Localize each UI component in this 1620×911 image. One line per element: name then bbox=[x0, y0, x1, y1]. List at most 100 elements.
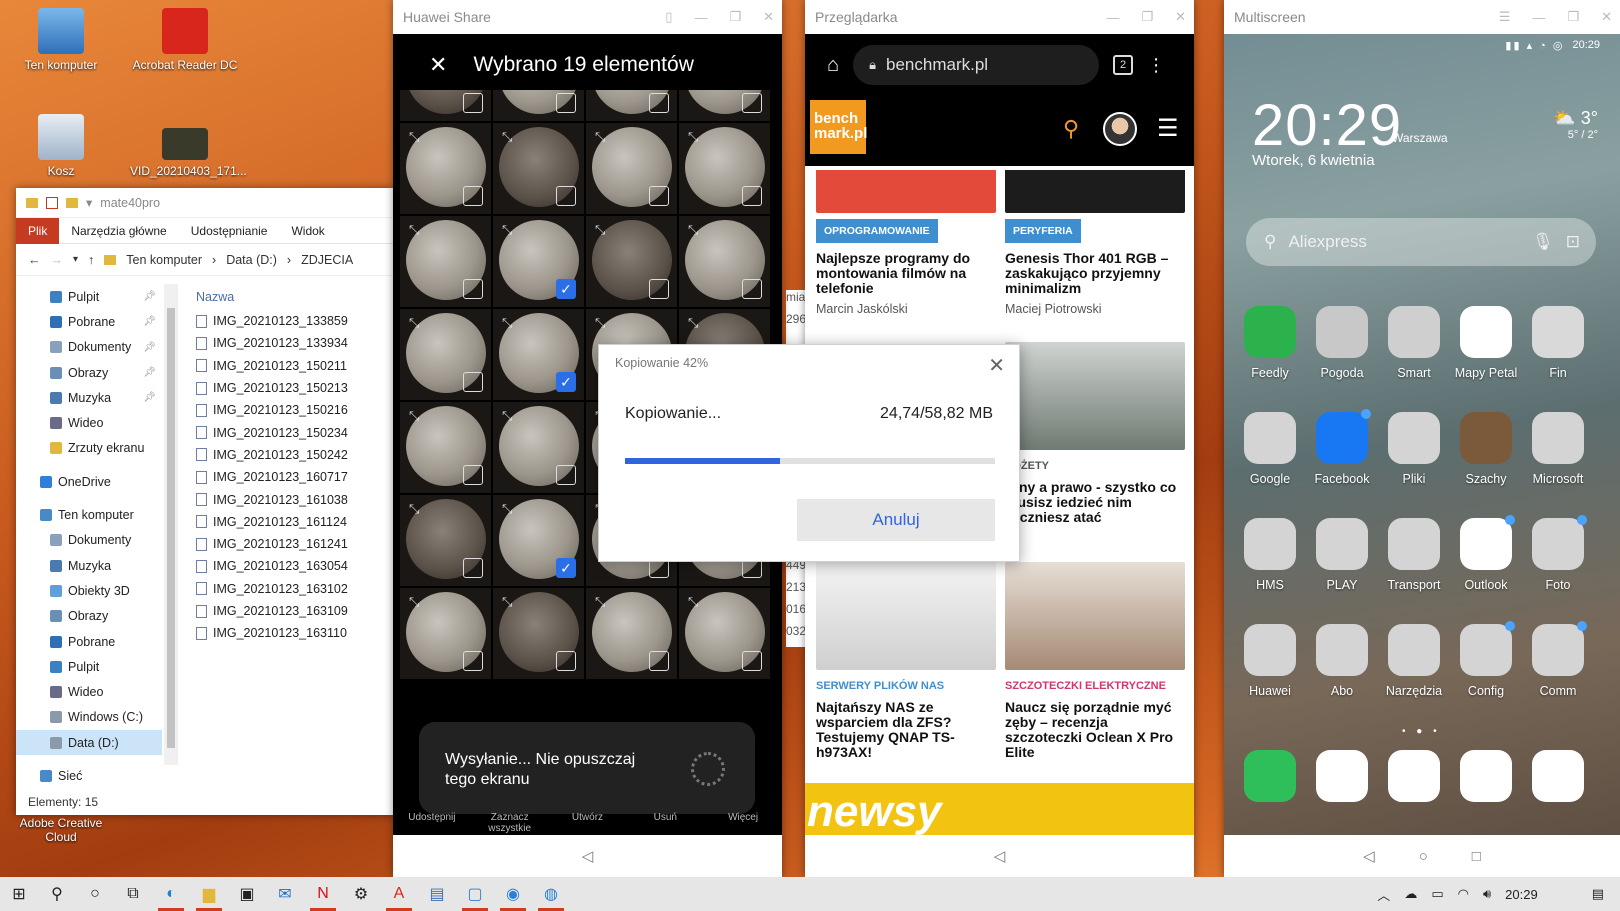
app-smart[interactable]: Smart bbox=[1378, 306, 1450, 380]
dock-app[interactable] bbox=[1450, 750, 1522, 810]
avatar[interactable] bbox=[1103, 112, 1137, 146]
onedrive-cloud-icon[interactable]: ☁ bbox=[1404, 886, 1417, 902]
app-szachy[interactable]: Szachy bbox=[1450, 412, 1522, 486]
mail-icon[interactable]: ✉ bbox=[266, 877, 304, 911]
tree-item[interactable]: Dokumenty bbox=[16, 528, 162, 553]
expand-icon[interactable]: ⤡ bbox=[595, 129, 605, 145]
expand-icon[interactable]: ⤡ bbox=[409, 315, 419, 331]
select-checkbox[interactable] bbox=[556, 465, 576, 485]
tree-item[interactable]: Obrazy 📌︎ bbox=[16, 360, 162, 385]
file-row[interactable]: IMG_20210123_160717 bbox=[196, 466, 394, 488]
select-checkbox[interactable] bbox=[463, 93, 483, 113]
wifi-icon[interactable]: ◠ bbox=[1458, 886, 1469, 902]
select-checkbox[interactable]: ✓ bbox=[556, 558, 576, 578]
tree-item[interactable]: Obrazy bbox=[16, 604, 162, 629]
tree-item[interactable]: Pobrane 📌︎ bbox=[16, 309, 162, 334]
photo-tile[interactable]: ⤡ bbox=[400, 588, 491, 679]
photo-tile[interactable]: ⤡ ✓ bbox=[493, 495, 584, 586]
photo-tile[interactable]: ⤡ bbox=[400, 90, 491, 121]
photo-tile[interactable]: ⤡ bbox=[400, 495, 491, 586]
photo-tile[interactable]: ⤡ bbox=[586, 216, 677, 307]
app-mapy-petal[interactable]: Mapy Petal bbox=[1450, 306, 1522, 380]
back-triangle-icon[interactable]: ◁ bbox=[582, 847, 594, 865]
select-checkbox[interactable] bbox=[649, 93, 669, 113]
url-bar[interactable]: 🔒︎ benchmark.pl bbox=[853, 45, 1100, 85]
desktop-icon-acrobat[interactable]: Acrobat Reader DC bbox=[130, 8, 240, 72]
app-pogoda[interactable]: Pogoda bbox=[1306, 306, 1378, 380]
app-fin[interactable]: Fin bbox=[1522, 306, 1594, 380]
expand-icon[interactable]: ⤡ bbox=[409, 129, 419, 145]
app-huawei[interactable]: Huawei bbox=[1234, 624, 1306, 698]
select-checkbox[interactable] bbox=[742, 186, 762, 206]
file-row[interactable]: IMG_20210123_161241 bbox=[196, 533, 394, 555]
ribbon-tab-view[interactable]: Widok bbox=[279, 218, 336, 244]
select-checkbox[interactable] bbox=[649, 651, 669, 671]
netflix-icon[interactable]: N bbox=[304, 877, 342, 911]
article-card[interactable]: PERYFERIA Genesis Thor 401 RGB – zaskaku… bbox=[1005, 170, 1185, 316]
select-checkbox[interactable]: ✓ bbox=[556, 372, 576, 392]
photo-tile[interactable]: ⤡ ✓ bbox=[493, 309, 584, 400]
select-checkbox[interactable] bbox=[463, 465, 483, 485]
expand-icon[interactable]: ⤡ bbox=[502, 129, 512, 145]
pin-icon[interactable]: 📌︎ bbox=[143, 367, 156, 378]
windows-start-icon[interactable]: ⊞ bbox=[0, 877, 38, 911]
restore-icon[interactable]: ❐ bbox=[729, 9, 741, 25]
close-icon[interactable]: ✕ bbox=[1175, 9, 1186, 25]
tree-item[interactable]: Obiekty 3D bbox=[16, 578, 162, 603]
photo-tile[interactable]: ⤡ bbox=[586, 123, 677, 214]
pin-icon[interactable]: 📌︎ bbox=[143, 316, 156, 327]
chevron-down-icon[interactable]: ▾ bbox=[86, 195, 92, 210]
more-vertical-icon[interactable]: ⋮ bbox=[1147, 55, 1165, 76]
multiscreen-icon[interactable]: ▢ bbox=[456, 877, 494, 911]
app-transport[interactable]: Transport bbox=[1378, 518, 1450, 592]
home-icon[interactable]: ⌂ bbox=[827, 54, 839, 77]
article-card[interactable]: OPROGRAMOWANIE Najlepsze programy do mon… bbox=[816, 170, 996, 316]
photo-tile[interactable]: ⤡ bbox=[493, 588, 584, 679]
ribbon-tab-plik[interactable]: Plik bbox=[16, 217, 60, 244]
expand-icon[interactable]: ⤡ bbox=[502, 222, 512, 238]
expand-icon[interactable]: ⤡ bbox=[688, 315, 698, 331]
tree-item[interactable]: Pulpit bbox=[16, 654, 162, 679]
expand-icon[interactable]: ⤡ bbox=[409, 408, 419, 424]
app-foto[interactable]: Foto bbox=[1522, 515, 1594, 592]
share-action[interactable]: Udostępnij bbox=[402, 812, 462, 834]
scan-icon[interactable]: ⊡ bbox=[1566, 232, 1580, 252]
app-google[interactable]: Google bbox=[1234, 412, 1306, 486]
tree-item[interactable]: OneDrive bbox=[16, 469, 162, 494]
desktop-icon-video[interactable]: VID_20210403_171... bbox=[130, 128, 247, 178]
file-row[interactable]: IMG_20210123_150216 bbox=[196, 399, 394, 421]
chevron-down-icon[interactable]: ▾ bbox=[73, 254, 78, 265]
select-checkbox[interactable] bbox=[742, 279, 762, 299]
huawei-share-icon[interactable]: ◉ bbox=[494, 877, 532, 911]
photo-tile[interactable]: ⤡ bbox=[493, 123, 584, 214]
article-card[interactable]: ADŻETY rony a prawo - szystko co musisz … bbox=[1005, 342, 1185, 525]
browser-app-icon[interactable]: ◍ bbox=[532, 877, 570, 911]
phone-icon[interactable]: ▯ bbox=[665, 9, 672, 25]
dock-app[interactable] bbox=[1378, 750, 1450, 810]
expand-icon[interactable]: ⤡ bbox=[595, 315, 605, 331]
file-row[interactable]: IMG_20210123_161124 bbox=[196, 511, 394, 533]
restore-icon[interactable]: ❐ bbox=[1141, 9, 1153, 25]
select-checkbox[interactable]: ✓ bbox=[556, 279, 576, 299]
file-explorer-icon[interactable]: ▆ bbox=[190, 877, 228, 911]
desktop-icon-creative-cloud[interactable]: Adobe Creative Cloud bbox=[6, 816, 116, 844]
back-triangle-icon[interactable]: ◁ bbox=[994, 847, 1006, 865]
file-row[interactable]: IMG_20210123_163109 bbox=[196, 600, 394, 622]
category-label[interactable]: SERWERY PLIKÓW NAS bbox=[816, 680, 996, 692]
file-row[interactable]: IMG_20210123_133859 bbox=[196, 310, 394, 332]
file-row[interactable]: IMG_20210123_150234 bbox=[196, 421, 394, 443]
restore-icon[interactable]: ❐ bbox=[1567, 9, 1579, 25]
expand-icon[interactable]: ⤡ bbox=[688, 222, 698, 238]
photo-tile[interactable]: ⤡ bbox=[493, 402, 584, 493]
file-row[interactable]: IMG_20210123_163102 bbox=[196, 578, 394, 600]
app-pliki[interactable]: Pliki bbox=[1378, 412, 1450, 486]
photo-tile[interactable]: ⤡ bbox=[586, 588, 677, 679]
tree-item[interactable]: Pobrane bbox=[16, 629, 162, 654]
breadcrumb-item[interactable]: Ten komputer bbox=[126, 253, 202, 267]
minimize-icon[interactable]: — bbox=[1106, 10, 1119, 25]
volume-icon[interactable]: 🔊︎ bbox=[1483, 886, 1491, 902]
select-checkbox[interactable] bbox=[649, 279, 669, 299]
microphone-icon[interactable]: 🎙︎ bbox=[1532, 232, 1554, 252]
app-narz-dzia[interactable]: Narzędzia bbox=[1378, 624, 1450, 698]
chevron-up-icon[interactable]: ︿ bbox=[1377, 885, 1390, 904]
